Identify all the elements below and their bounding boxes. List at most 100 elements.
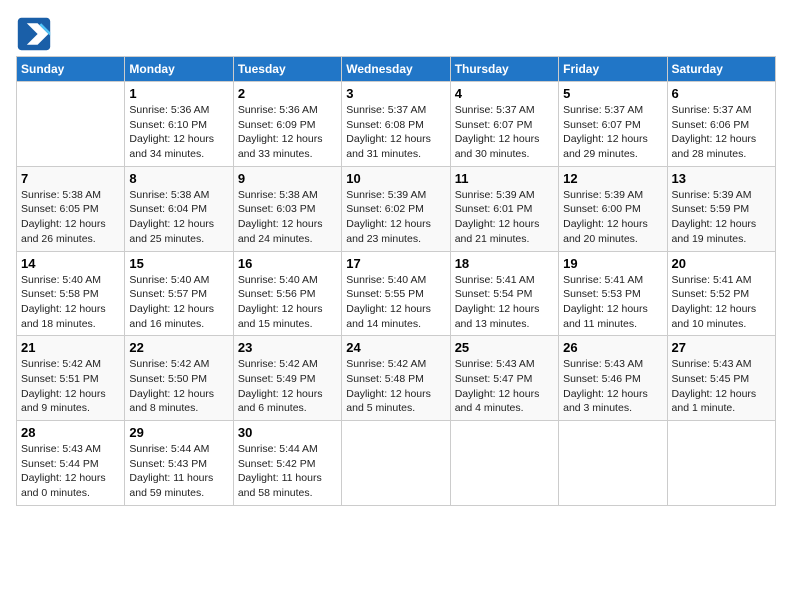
weekday-header: Sunday	[17, 57, 125, 82]
calendar-cell: 27 Sunrise: 5:43 AM Sunset: 5:45 PM Dayli…	[667, 336, 775, 421]
day-number: 11	[455, 171, 554, 186]
calendar-week-row: 21Sunrise: 5:42 AM Sunset: 5:51 PM Dayli…	[17, 336, 776, 421]
day-number: 7	[21, 171, 120, 186]
cell-info: Sunrise: 5:37 AM Sunset: 6:08 PM Dayligh…	[346, 103, 445, 162]
day-number: 14	[21, 256, 120, 271]
calendar-cell: 19 Sunrise: 5:41 AM Sunset: 5:53 PM Dayli…	[559, 251, 667, 336]
day-number: 27	[672, 340, 771, 355]
day-number: 16	[238, 256, 337, 271]
weekday-header: Thursday	[450, 57, 558, 82]
calendar-cell	[17, 82, 125, 167]
calendar-cell	[450, 421, 558, 506]
day-number: 19	[563, 256, 662, 271]
day-number: 8	[129, 171, 228, 186]
cell-info: Sunrise: 5:39 AM Sunset: 5:59 PM Dayligh…	[672, 188, 771, 247]
calendar-cell: 3 Sunrise: 5:37 AM Sunset: 6:08 PM Daylig…	[342, 82, 450, 167]
cell-info: Sunrise: 5:36 AM Sunset: 6:09 PM Dayligh…	[238, 103, 337, 162]
calendar-cell: 10 Sunrise: 5:39 AM Sunset: 6:02 PM Dayli…	[342, 166, 450, 251]
cell-info: Sunrise: 5:39 AM Sunset: 6:00 PM Dayligh…	[563, 188, 662, 247]
day-number: 12	[563, 171, 662, 186]
day-number: 6	[672, 86, 771, 101]
day-number: 23	[238, 340, 337, 355]
cell-info: Sunrise: 5:43 AM Sunset: 5:45 PM Dayligh…	[672, 357, 771, 416]
calendar-cell: 20 Sunrise: 5:41 AM Sunset: 5:52 PM Dayli…	[667, 251, 775, 336]
calendar-cell: 14 Sunrise: 5:40 AM Sunset: 5:58 PM Dayli…	[17, 251, 125, 336]
cell-info: Sunrise: 5:41 AM Sunset: 5:53 PM Dayligh…	[563, 273, 662, 332]
logo-icon	[16, 16, 52, 52]
calendar-cell: 12 Sunrise: 5:39 AM Sunset: 6:00 PM Dayli…	[559, 166, 667, 251]
day-number: 30	[238, 425, 337, 440]
calendar-cell: 11 Sunrise: 5:39 AM Sunset: 6:01 PM Dayli…	[450, 166, 558, 251]
day-number: 25	[455, 340, 554, 355]
page-header	[16, 16, 776, 52]
day-number: 29	[129, 425, 228, 440]
day-number: 15	[129, 256, 228, 271]
calendar-cell: 5 Sunrise: 5:37 AM Sunset: 6:07 PM Daylig…	[559, 82, 667, 167]
calendar-week-row: 7 Sunrise: 5:38 AM Sunset: 6:05 PM Daylig…	[17, 166, 776, 251]
cell-info: Sunrise: 5:36 AM Sunset: 6:10 PM Dayligh…	[129, 103, 228, 162]
day-number: 20	[672, 256, 771, 271]
cell-info: Sunrise: 5:41 AM Sunset: 5:54 PM Dayligh…	[455, 273, 554, 332]
calendar-cell: 25 Sunrise: 5:43 AM Sunset: 5:47 PM Dayli…	[450, 336, 558, 421]
day-number: 2	[238, 86, 337, 101]
day-number: 3	[346, 86, 445, 101]
calendar-cell: 2 Sunrise: 5:36 AM Sunset: 6:09 PM Daylig…	[233, 82, 341, 167]
cell-info: Sunrise: 5:40 AM Sunset: 5:58 PM Dayligh…	[21, 273, 120, 332]
cell-info: Sunrise: 5:41 AM Sunset: 5:52 PM Dayligh…	[672, 273, 771, 332]
calendar-cell	[559, 421, 667, 506]
calendar-cell: 30 Sunrise: 5:44 AM Sunset: 5:42 PM Dayli…	[233, 421, 341, 506]
cell-info: Sunrise: 5:37 AM Sunset: 6:07 PM Dayligh…	[563, 103, 662, 162]
day-number: 17	[346, 256, 445, 271]
day-number: 13	[672, 171, 771, 186]
cell-info: Sunrise: 5:44 AM Sunset: 5:43 PM Dayligh…	[129, 442, 228, 501]
day-number: 10	[346, 171, 445, 186]
calendar-cell: 17Sunrise: 5:40 AM Sunset: 5:55 PM Dayli…	[342, 251, 450, 336]
weekday-header-row: SundayMondayTuesdayWednesdayThursdayFrid…	[17, 57, 776, 82]
cell-info: Sunrise: 5:43 AM Sunset: 5:47 PM Dayligh…	[455, 357, 554, 416]
calendar-week-row: 28 Sunrise: 5:43 AM Sunset: 5:44 PM Dayli…	[17, 421, 776, 506]
cell-info: Sunrise: 5:38 AM Sunset: 6:03 PM Dayligh…	[238, 188, 337, 247]
calendar-cell	[342, 421, 450, 506]
calendar-cell: 6 Sunrise: 5:37 AM Sunset: 6:06 PM Daylig…	[667, 82, 775, 167]
cell-info: Sunrise: 5:38 AM Sunset: 6:05 PM Dayligh…	[21, 188, 120, 247]
cell-info: Sunrise: 5:43 AM Sunset: 5:44 PM Dayligh…	[21, 442, 120, 501]
day-number: 5	[563, 86, 662, 101]
cell-info: Sunrise: 5:44 AM Sunset: 5:42 PM Dayligh…	[238, 442, 337, 501]
calendar-cell: 13 Sunrise: 5:39 AM Sunset: 5:59 PM Dayli…	[667, 166, 775, 251]
day-number: 9	[238, 171, 337, 186]
calendar-cell: 29 Sunrise: 5:44 AM Sunset: 5:43 PM Dayli…	[125, 421, 233, 506]
calendar-cell: 4Sunrise: 5:37 AM Sunset: 6:07 PM Daylig…	[450, 82, 558, 167]
logo	[16, 16, 56, 52]
cell-info: Sunrise: 5:39 AM Sunset: 6:01 PM Dayligh…	[455, 188, 554, 247]
calendar-cell: 8 Sunrise: 5:38 AM Sunset: 6:04 PM Daylig…	[125, 166, 233, 251]
weekday-header: Monday	[125, 57, 233, 82]
cell-info: Sunrise: 5:38 AM Sunset: 6:04 PM Dayligh…	[129, 188, 228, 247]
calendar-cell: 23 Sunrise: 5:42 AM Sunset: 5:49 PM Dayli…	[233, 336, 341, 421]
day-number: 24	[346, 340, 445, 355]
cell-info: Sunrise: 5:37 AM Sunset: 6:06 PM Dayligh…	[672, 103, 771, 162]
cell-info: Sunrise: 5:42 AM Sunset: 5:49 PM Dayligh…	[238, 357, 337, 416]
calendar-cell: 9 Sunrise: 5:38 AM Sunset: 6:03 PM Daylig…	[233, 166, 341, 251]
cell-info: Sunrise: 5:40 AM Sunset: 5:56 PM Dayligh…	[238, 273, 337, 332]
calendar-week-row: 1 Sunrise: 5:36 AM Sunset: 6:10 PM Daylig…	[17, 82, 776, 167]
cell-info: Sunrise: 5:40 AM Sunset: 5:57 PM Dayligh…	[129, 273, 228, 332]
day-number: 21	[21, 340, 120, 355]
day-number: 28	[21, 425, 120, 440]
weekday-header: Wednesday	[342, 57, 450, 82]
cell-info: Sunrise: 5:42 AM Sunset: 5:48 PM Dayligh…	[346, 357, 445, 416]
day-number: 1	[129, 86, 228, 101]
calendar-cell: 1 Sunrise: 5:36 AM Sunset: 6:10 PM Daylig…	[125, 82, 233, 167]
calendar-cell: 22Sunrise: 5:42 AM Sunset: 5:50 PM Dayli…	[125, 336, 233, 421]
weekday-header: Friday	[559, 57, 667, 82]
calendar-cell	[667, 421, 775, 506]
calendar-table: SundayMondayTuesdayWednesdayThursdayFrid…	[16, 56, 776, 506]
calendar-cell: 26Sunrise: 5:43 AM Sunset: 5:46 PM Dayli…	[559, 336, 667, 421]
day-number: 22	[129, 340, 228, 355]
weekday-header: Tuesday	[233, 57, 341, 82]
cell-info: Sunrise: 5:39 AM Sunset: 6:02 PM Dayligh…	[346, 188, 445, 247]
calendar-cell: 21Sunrise: 5:42 AM Sunset: 5:51 PM Dayli…	[17, 336, 125, 421]
calendar-cell: 16 Sunrise: 5:40 AM Sunset: 5:56 PM Dayli…	[233, 251, 341, 336]
calendar-week-row: 14 Sunrise: 5:40 AM Sunset: 5:58 PM Dayli…	[17, 251, 776, 336]
calendar-cell: 7 Sunrise: 5:38 AM Sunset: 6:05 PM Daylig…	[17, 166, 125, 251]
cell-info: Sunrise: 5:37 AM Sunset: 6:07 PM Dayligh…	[455, 103, 554, 162]
